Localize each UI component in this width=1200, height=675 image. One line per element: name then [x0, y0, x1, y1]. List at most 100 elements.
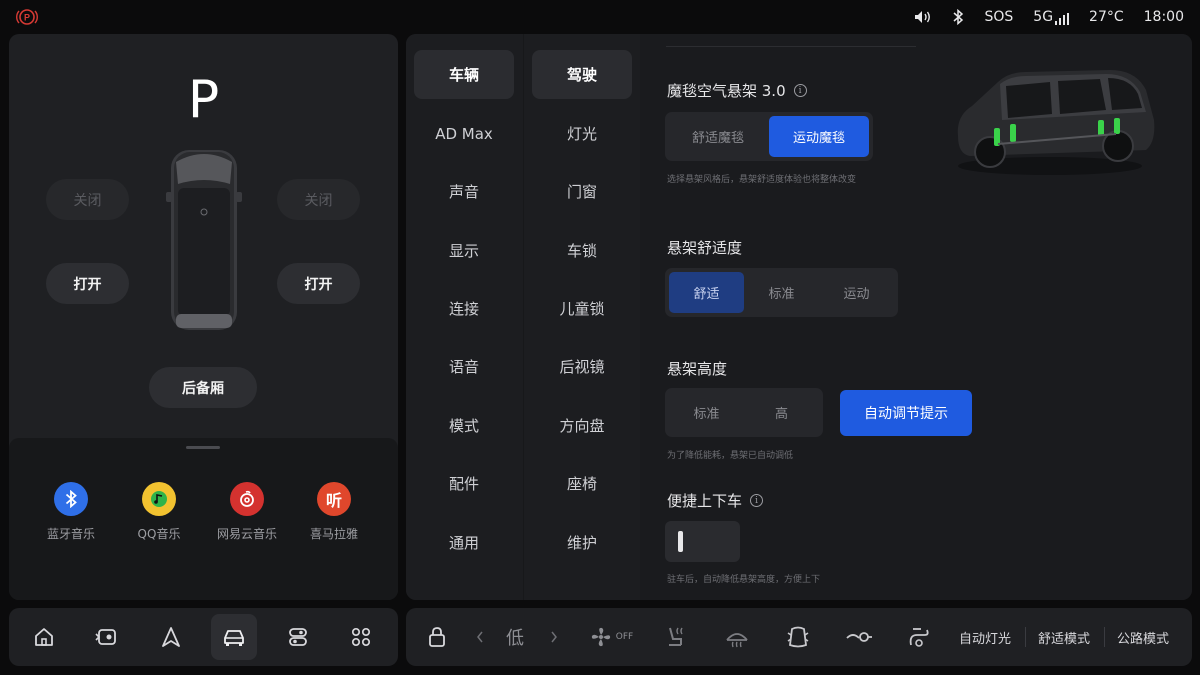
- apps-grid-icon: [351, 627, 371, 647]
- chevron-left-icon: [477, 631, 483, 643]
- comfort-selector: 舒适 标准 运动: [665, 268, 898, 317]
- fan-decrease-button[interactable]: [472, 608, 488, 666]
- status-indicators: SOS 5G 27°C 18:00: [914, 0, 1184, 34]
- front-right-door-button[interactable]: 关闭: [277, 179, 360, 220]
- app-label: 蓝牙音乐: [46, 527, 95, 541]
- climate-dock: 低 OFF 自动灯光 舒适模式 公路模式: [406, 608, 1192, 666]
- car-interior-icon: [787, 626, 809, 648]
- fan-increase-button[interactable]: [546, 608, 562, 666]
- fan-status: OFF: [615, 632, 634, 642]
- height-high-option[interactable]: 高: [744, 392, 819, 433]
- volume-icon[interactable]: [914, 10, 932, 24]
- cabin-climate-button[interactable]: [784, 608, 812, 666]
- subnav-steering-wheel[interactable]: 方向盘: [532, 401, 632, 450]
- front-defrost-icon: [726, 633, 748, 648]
- rear-left-door-button[interactable]: 打开: [46, 263, 129, 304]
- car-icon: [224, 630, 244, 646]
- fan-level: 低: [506, 628, 524, 649]
- qq-music-icon: [142, 482, 176, 516]
- seat-heat-icon: [669, 627, 683, 646]
- controls-button[interactable]: [275, 614, 321, 660]
- lock-icon: [429, 627, 445, 647]
- subnav-lights[interactable]: 灯光: [532, 109, 632, 158]
- easy-entry-toggle[interactable]: [665, 521, 740, 562]
- navigation-button[interactable]: [148, 614, 194, 660]
- comfort-title: 悬架舒适度: [667, 237, 742, 258]
- network-indicator: 5G: [1033, 9, 1070, 25]
- ac-button[interactable]: [844, 608, 874, 666]
- air-suspension-selector: 舒适魔毯 运动魔毯: [665, 112, 873, 161]
- subnav-mirrors[interactable]: 后视镜: [532, 342, 632, 391]
- divider: [666, 46, 916, 47]
- comfort-magic-carpet-option[interactable]: 舒适魔毯: [669, 116, 767, 157]
- nav-accessories[interactable]: 配件: [414, 459, 514, 508]
- road-mode-button[interactable]: 公路模式: [1117, 608, 1169, 666]
- car-top-view-image: [166, 150, 242, 330]
- nav-ad-max[interactable]: AD Max: [414, 109, 514, 158]
- subnav-maintenance[interactable]: 维护: [532, 518, 632, 567]
- sport-magic-carpet-option[interactable]: 运动魔毯: [769, 116, 869, 157]
- nav-display[interactable]: 显示: [414, 226, 514, 275]
- sport-option[interactable]: 运动: [819, 272, 894, 313]
- rear-right-door-button[interactable]: 打开: [277, 263, 360, 304]
- network-label: 5G: [1033, 9, 1054, 25]
- easy-entry-title: 便捷上下车 i: [667, 490, 764, 511]
- nav-sound[interactable]: 声音: [414, 167, 514, 216]
- air-recirculation-icon: [909, 628, 929, 647]
- standard-option[interactable]: 标准: [744, 272, 819, 313]
- comfort-option[interactable]: 舒适: [669, 272, 744, 313]
- vehicle-button[interactable]: [211, 614, 257, 660]
- height-selector: 标准 高: [665, 388, 823, 437]
- trunk-button[interactable]: 后备厢: [149, 367, 257, 408]
- app-qq-music[interactable]: QQ音乐: [114, 482, 204, 542]
- parking-brake-icon: P: [16, 9, 38, 25]
- subnav-driving[interactable]: 驾驶: [532, 50, 632, 99]
- fan-toggle-button[interactable]: OFF: [586, 608, 636, 666]
- app-label: QQ音乐: [137, 527, 181, 541]
- lock-button[interactable]: [424, 608, 450, 666]
- subnav-child-lock[interactable]: 儿童锁: [532, 284, 632, 333]
- camera-button[interactable]: [84, 614, 130, 660]
- auto-light-button[interactable]: 自动灯光: [959, 608, 1011, 666]
- front-left-door-button[interactable]: 关闭: [46, 179, 129, 220]
- settings-panel: 车辆 AD Max 声音 显示 连接 语音 模式 配件 通用 驾驶 灯光 门窗 …: [406, 34, 1192, 600]
- drawer-handle[interactable]: [186, 446, 220, 449]
- nav-vehicle[interactable]: 车辆: [414, 50, 514, 99]
- apps-button[interactable]: [338, 614, 384, 660]
- gear-indicator: P: [187, 70, 220, 130]
- chevron-right-icon: [551, 631, 557, 643]
- nav-mode[interactable]: 模式: [414, 401, 514, 450]
- subnav-locks[interactable]: 车锁: [532, 226, 632, 275]
- home-button[interactable]: [21, 614, 67, 660]
- bluetooth-icon[interactable]: [952, 9, 964, 25]
- nav-connect[interactable]: 连接: [414, 284, 514, 333]
- seat-heat-button[interactable]: [662, 608, 690, 666]
- subnav-seats[interactable]: 座椅: [532, 459, 632, 508]
- fan-icon: [591, 627, 610, 647]
- suspension-car-illustration: [957, 70, 1155, 175]
- home-icon: [35, 628, 53, 646]
- main-dock: [9, 608, 398, 666]
- auto-adjust-prompt-button[interactable]: 自动调节提示: [840, 390, 972, 436]
- info-icon[interactable]: i: [750, 494, 764, 507]
- subnav-doors-windows[interactable]: 门窗: [532, 167, 632, 216]
- nav-general[interactable]: 通用: [414, 518, 514, 567]
- temperature: 27°C: [1089, 9, 1124, 25]
- sos-button[interactable]: SOS: [984, 9, 1013, 25]
- app-netease-music[interactable]: 网易云音乐: [202, 482, 292, 542]
- section-title-text: 悬架高度: [667, 360, 728, 378]
- info-icon[interactable]: i: [793, 84, 807, 97]
- recirculation-button[interactable]: [906, 608, 934, 666]
- svg-text:P: P: [24, 13, 30, 23]
- toggle-knob: [678, 531, 683, 552]
- front-defrost-button[interactable]: [722, 608, 752, 666]
- status-bar: P SOS 5G 27°C 18:00: [0, 0, 1200, 34]
- divider: [1104, 627, 1105, 647]
- height-standard-option[interactable]: 标准: [669, 392, 744, 433]
- netease-music-icon: [230, 482, 264, 516]
- nav-voice[interactable]: 语音: [414, 342, 514, 391]
- app-ximalaya[interactable]: 听 喜马拉雅: [289, 482, 379, 542]
- settings-category-nav: 车辆 AD Max 声音 显示 连接 语音 模式 配件 通用: [406, 34, 523, 600]
- comfort-mode-button[interactable]: 舒适模式: [1038, 608, 1090, 666]
- app-bluetooth-music[interactable]: 蓝牙音乐: [26, 482, 116, 542]
